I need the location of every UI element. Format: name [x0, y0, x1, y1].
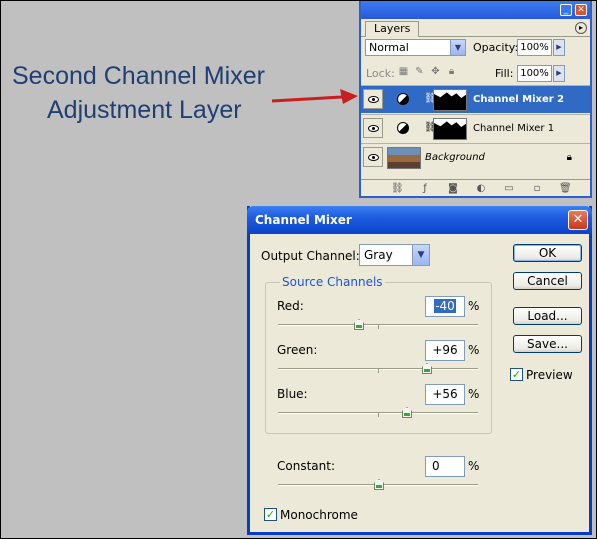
layer-name: Channel Mixer 1 [473, 123, 555, 134]
opacity-input[interactable]: 100% [517, 39, 552, 56]
blend-mode-select[interactable]: Normal ▼ [365, 39, 466, 56]
caption-line-1: Second Channel Mixer [12, 62, 265, 90]
output-channel-value: Gray [364, 248, 393, 262]
preview-label: Preview [526, 368, 573, 382]
adjustment-layer-icon [397, 93, 409, 105]
caption-line-2: Adjustment Layer [47, 96, 242, 124]
slider-center-tick [378, 413, 379, 417]
lock-row: Lock: ▦ ✎ ✥ 🔒︎ Fill: 100% ▶ [361, 63, 590, 85]
trash-icon[interactable]: 🗑︎ [559, 183, 572, 194]
source-channels-label: Source Channels [280, 275, 385, 289]
fill-input[interactable]: 100% [517, 65, 552, 82]
layers-footer: ⛓ ƒ ◙ ◐ ▭ ▫ 🗑︎ [361, 179, 590, 196]
layer-mask-thumbnail[interactable] [433, 118, 467, 140]
layer-mask-thumbnail[interactable] [433, 89, 467, 111]
lock-move-icon[interactable]: ✥ [430, 66, 441, 77]
visibility-toggle[interactable] [363, 118, 383, 138]
close-icon[interactable]: ✕ [575, 4, 587, 16]
layer-row-background[interactable]: Background 🔒︎ [361, 143, 590, 171]
fill-slider-button[interactable]: ▶ [553, 65, 565, 82]
save-button[interactable]: Save... [513, 335, 582, 353]
load-button[interactable]: Load... [513, 307, 582, 325]
green-percent: % [468, 343, 480, 357]
minimize-icon[interactable]: _ [560, 4, 572, 16]
constant-input[interactable]: 0 [425, 456, 465, 477]
opacity-slider-button[interactable]: ▶ [553, 39, 565, 56]
layer-row-channel-mixer-1[interactable]: ⛓ Channel Mixer 1 [361, 114, 590, 142]
lock-paint-icon[interactable]: ✎ [414, 66, 425, 77]
red-percent: % [468, 299, 480, 313]
layers-titlebar: _ ✕ [361, 1, 590, 19]
chevron-down-icon: ▼ [412, 245, 429, 265]
panel-menu-icon[interactable]: ▸ [575, 22, 587, 34]
red-label: Red: [277, 299, 304, 313]
constant-percent: % [468, 459, 480, 473]
new-layer-icon[interactable]: ▫ [531, 183, 543, 194]
monochrome-checkbox[interactable]: ✓ [264, 508, 277, 521]
dialog-titlebar: Channel Mixer ✕ [247, 206, 592, 234]
opacity-label: Opacity: [473, 41, 519, 54]
new-group-icon[interactable]: ▭ [503, 183, 515, 194]
blue-label: Blue: [277, 387, 308, 401]
dialog-title: Channel Mixer [255, 213, 352, 227]
chevron-down-icon: ▼ [450, 40, 465, 55]
constant-slider-thumb[interactable] [374, 479, 384, 490]
visibility-toggle[interactable] [363, 147, 383, 167]
blend-row: Normal ▼ Opacity: 100% ▶ [361, 37, 590, 59]
tab-layers[interactable]: Layers [365, 21, 420, 37]
lock-all-icon[interactable]: 🔒︎ [446, 66, 457, 77]
output-channel-label: Output Channel: [261, 249, 360, 263]
layer-name: Background [425, 152, 485, 163]
layer-row-channel-mixer-2[interactable]: ⛓ Channel Mixer 2 [361, 85, 590, 113]
link-layers-icon[interactable]: ⛓ [391, 183, 404, 194]
visibility-toggle[interactable] [363, 89, 383, 109]
layer-style-icon[interactable]: ƒ [419, 183, 431, 194]
green-input[interactable]: +96 [425, 340, 465, 361]
lock-transparent-icon[interactable]: ▦ [398, 66, 409, 77]
preview-checkbox[interactable]: ✓ [510, 368, 523, 381]
background-thumbnail[interactable] [387, 147, 421, 169]
adjustment-layer-icon [397, 122, 409, 134]
blue-percent: % [468, 387, 480, 401]
green-label: Green: [277, 343, 318, 357]
new-adjustment-icon[interactable]: ◐ [475, 183, 487, 194]
close-icon[interactable]: ✕ [568, 210, 588, 230]
layers-tabbar: Layers ▸ [361, 19, 590, 37]
constant-label: Constant: [277, 459, 335, 473]
slider-center-tick [378, 369, 379, 373]
output-channel-select[interactable]: Gray ▼ [359, 244, 430, 266]
pointer-arrow-icon [271, 89, 358, 104]
monochrome-label: Monochrome [280, 508, 358, 522]
lock-label: Lock: [366, 67, 395, 80]
eye-icon [368, 154, 379, 161]
ok-button[interactable]: OK [513, 244, 582, 262]
cancel-button[interactable]: Cancel [513, 272, 582, 290]
slider-center-tick [378, 325, 379, 329]
red-input[interactable]: -40 [425, 296, 465, 317]
add-mask-icon[interactable]: ◙ [447, 183, 459, 194]
blend-mode-value: Normal [369, 41, 409, 54]
lock-icon: 🔒︎ [566, 152, 572, 163]
fill-label: Fill: [495, 67, 514, 80]
blue-input[interactable]: +56 [425, 384, 465, 405]
eye-icon [368, 96, 379, 103]
eye-icon [368, 125, 379, 132]
red-value: -40 [434, 299, 456, 313]
layers-panel: _ ✕ Layers ▸ Normal ▼ Opacity: 100% ▶ Lo… [359, 1, 592, 198]
layer-name: Channel Mixer 2 [473, 94, 565, 105]
channel-mixer-dialog: Channel Mixer ✕ Output Channel: Gray ▼ S… [247, 206, 592, 535]
